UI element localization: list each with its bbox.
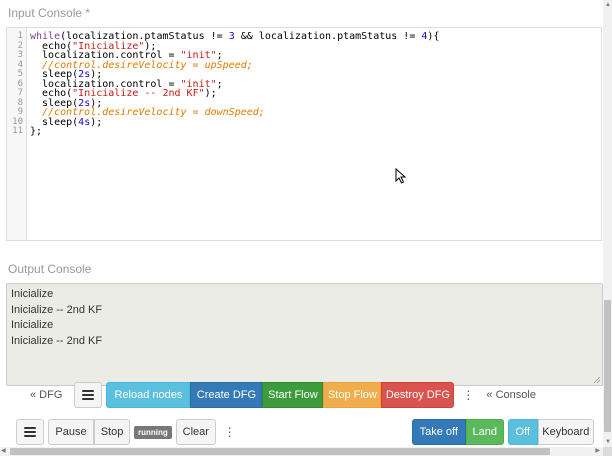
main-page: Input Console * 1 2 3 4 5 6 7 8 9 10 11 while(loca… <box>0 0 603 447</box>
line-number: 8 <box>17 97 23 108</box>
reload-nodes-button[interactable]: Reload nodes <box>106 382 191 408</box>
line-number: 1 <box>17 31 23 41</box>
scroll-left-arrow-icon[interactable]: ◀ <box>1 447 6 454</box>
output-lines: Inicialize Inicialize -- 2nd KF Inicialize… <box>11 287 598 349</box>
status-badge: running <box>134 425 172 439</box>
code-token: ); <box>204 88 217 99</box>
line-number-gutter: 1 2 3 4 5 6 7 8 9 10 11 <box>7 28 27 240</box>
code-line[interactable]: echo("Inicialize -- 2nd KF"); <box>30 89 597 99</box>
playback-group: Pause Stop <box>48 419 130 445</box>
code-token: ; <box>216 78 223 90</box>
scroll-right-arrow-icon[interactable]: ▶ <box>595 447 600 454</box>
code-line[interactable]: }; <box>30 127 597 137</box>
output-console[interactable]: Inicialize Inicialize -- 2nd KF Inicialize… <box>6 283 603 386</box>
horizontal-scrollbar-thumb[interactable] <box>10 448 550 455</box>
destroy-dfg-button[interactable]: Destroy DFG <box>381 382 455 408</box>
code-line[interactable]: sleep(4s); <box>30 116 597 128</box>
line-number: 2 <box>17 40 23 51</box>
scroll-up-arrow-icon[interactable]: ▲ <box>605 2 611 8</box>
code-token: }; <box>30 126 43 137</box>
line-number: 7 <box>17 88 23 98</box>
dfg-button-group: Reload nodes Create DFG Start Flow Stop … <box>106 382 455 408</box>
stop-flow-button[interactable]: Stop Flow <box>323 382 382 408</box>
vertical-scrollbar-thumb[interactable] <box>604 300 611 432</box>
flight-control-group: Take off Land <box>411 419 504 445</box>
clear-button[interactable]: Clear <box>175 419 216 445</box>
horizontal-scrollbar[interactable]: ◀ ▶ <box>0 447 612 456</box>
console-toolbar: Pause Stop running Clear ⋮ Take off Land… <box>16 418 594 446</box>
line-number: 11 <box>12 126 23 136</box>
resize-grip-icon[interactable] <box>593 376 601 384</box>
output-line: Inicialize -- 2nd KF <box>11 334 103 347</box>
keyboard-off-button[interactable]: Off <box>507 419 538 445</box>
stop-button[interactable]: Stop <box>94 419 130 445</box>
scroll-down-arrow-icon[interactable]: ▼ <box>605 439 611 445</box>
output-console-label: Output Console <box>8 262 92 276</box>
output-line: Inicialize -- 2nd KF <box>11 303 103 316</box>
code-line[interactable]: //control.desireVelocity = upSpeed; <box>30 60 597 70</box>
keyboard-toggle-group: Off Keyboard <box>507 419 594 445</box>
console-menu-button[interactable] <box>16 419 44 445</box>
keyboard-button[interactable]: Keyboard <box>537 419 594 445</box>
console-collapse-toggle[interactable]: « Console <box>482 382 540 408</box>
pause-button[interactable]: Pause <box>48 419 94 445</box>
line-number: 5 <box>17 69 23 79</box>
start-flow-button[interactable]: Start Flow <box>262 382 324 408</box>
code-token: ); <box>90 116 103 128</box>
scrollbar-corner <box>603 447 612 456</box>
input-console-label: Input Console * <box>8 6 91 20</box>
line-number: 3 <box>17 50 23 60</box>
mouse-pointer-icon <box>395 168 407 184</box>
output-line: Inicialize <box>11 288 54 300</box>
hamburger-icon <box>82 390 95 400</box>
create-dfg-button[interactable]: Create DFG <box>190 382 263 408</box>
land-button[interactable]: Land <box>465 419 504 445</box>
line-number: 6 <box>17 78 23 89</box>
code-area[interactable]: while(localization.ptamStatus != 3 && lo… <box>30 32 597 137</box>
output-line: Inicialize <box>11 319 54 331</box>
dfg-more-options-icon[interactable]: ⋮ <box>454 388 482 402</box>
code-token: 4s <box>78 116 91 128</box>
dfg-toolbar: « DFG Reload nodes Create DFG Start Flow… <box>22 381 540 409</box>
hamburger-icon <box>24 427 36 437</box>
input-console-editor[interactable]: 1 2 3 4 5 6 7 8 9 10 11 while(localization.ptamSta… <box>6 27 602 241</box>
line-number: 4 <box>17 59 23 70</box>
code-token: && localization.ptamStatus != <box>234 31 422 42</box>
dfg-menu-button[interactable] <box>74 382 103 408</box>
code-line[interactable]: //control.desireVelocity = downSpeed; <box>30 108 597 118</box>
code-token: ){ <box>427 31 440 42</box>
vertical-scrollbar[interactable]: ▲ ▼ <box>603 0 612 447</box>
console-more-options-icon[interactable]: ⋮ <box>216 425 244 439</box>
take-off-button[interactable]: Take off <box>411 419 466 445</box>
dfg-collapse-toggle[interactable]: « DFG <box>22 382 70 408</box>
